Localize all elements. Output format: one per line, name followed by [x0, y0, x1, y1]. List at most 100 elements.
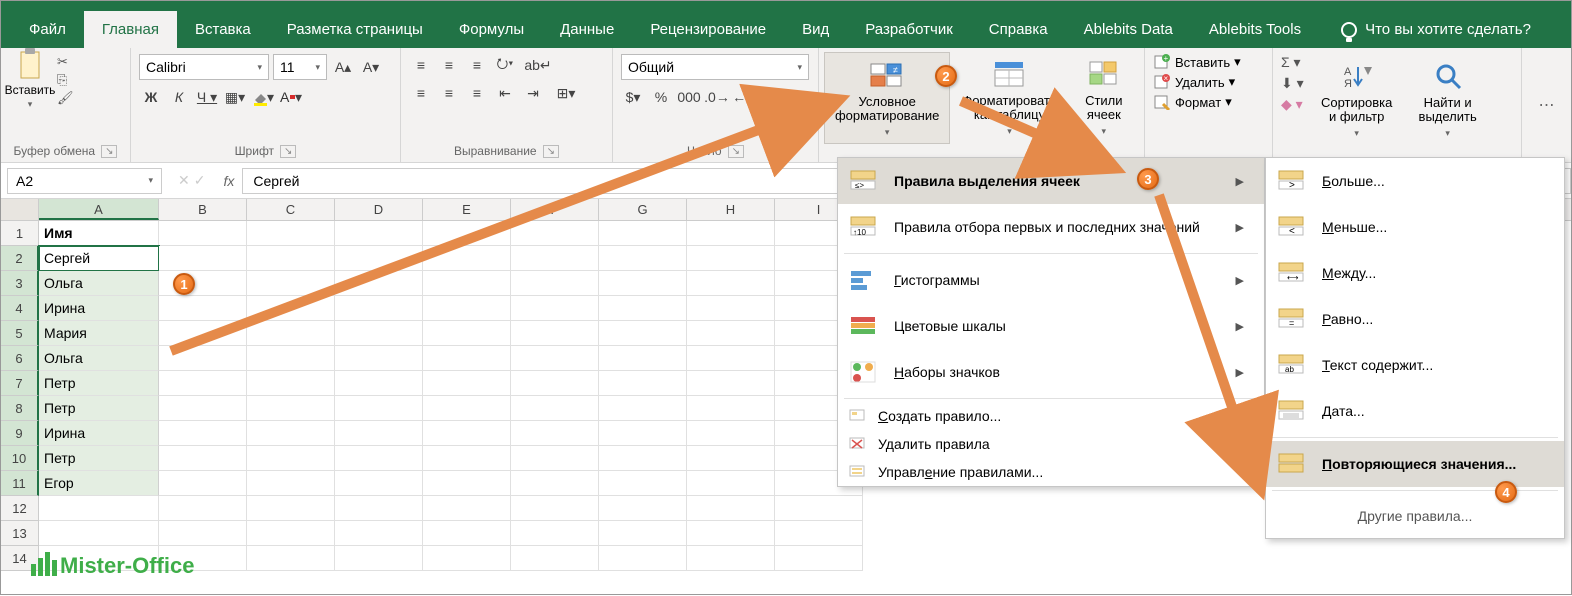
cell[interactable]	[423, 321, 511, 346]
cell[interactable]	[335, 221, 423, 246]
cell[interactable]: Ирина	[39, 421, 159, 446]
submenu-item[interactable]: ⟷Между...	[1266, 250, 1564, 296]
submenu-item[interactable]: Повторяющиеся значения...	[1266, 441, 1564, 487]
cell[interactable]	[159, 446, 247, 471]
cell[interactable]	[511, 371, 599, 396]
orientation-icon[interactable]: ⭮▾	[493, 54, 517, 76]
cell[interactable]	[423, 446, 511, 471]
font-size-combo[interactable]: 11▾	[273, 54, 327, 80]
cell[interactable]	[687, 221, 775, 246]
ribbon-overflow[interactable]: ⋯	[1521, 48, 1571, 162]
fill-color-button[interactable]: ▾	[251, 86, 275, 108]
cell[interactable]	[511, 471, 599, 496]
cell[interactable]	[687, 471, 775, 496]
dialog-launcher-icon[interactable]: ↘	[543, 145, 559, 158]
cell[interactable]	[335, 346, 423, 371]
align-center-icon[interactable]: ≡	[437, 82, 461, 104]
underline-button[interactable]: Ч ▾	[195, 86, 219, 108]
tab-home[interactable]: Главная	[84, 11, 177, 48]
cell[interactable]	[423, 221, 511, 246]
cell[interactable]	[687, 396, 775, 421]
row-header[interactable]: 4	[1, 296, 39, 321]
cell[interactable]	[687, 546, 775, 571]
cell[interactable]	[687, 346, 775, 371]
cell[interactable]	[159, 321, 247, 346]
menu-icon-sets[interactable]: Наборы значков ▶	[838, 349, 1264, 395]
cancel-formula-icon[interactable]: ✕	[178, 172, 190, 189]
cell[interactable]: Мария	[39, 321, 159, 346]
font-name-combo[interactable]: Calibri▾	[139, 54, 269, 80]
cell[interactable]	[159, 371, 247, 396]
fill-icon[interactable]: ⬇ ▾	[1281, 75, 1304, 92]
cell[interactable]	[511, 296, 599, 321]
dialog-launcher-icon[interactable]: ↘	[280, 145, 296, 158]
cell[interactable]	[775, 546, 863, 571]
cell[interactable]	[335, 446, 423, 471]
align-middle-icon[interactable]: ≡	[437, 54, 461, 76]
currency-icon[interactable]: $▾	[621, 86, 645, 108]
cell[interactable]	[423, 246, 511, 271]
delete-cells-button[interactable]: × Удалить ▾	[1153, 74, 1235, 90]
clear-icon[interactable]: ◆ ▾	[1281, 96, 1304, 113]
cell[interactable]	[511, 321, 599, 346]
cell[interactable]	[247, 346, 335, 371]
cell[interactable]	[599, 221, 687, 246]
cell[interactable]	[335, 471, 423, 496]
cell[interactable]	[599, 546, 687, 571]
cell[interactable]: Петр	[39, 446, 159, 471]
bold-button[interactable]: Ж	[139, 86, 163, 108]
cell[interactable]	[159, 296, 247, 321]
cell[interactable]: Сергей	[39, 246, 159, 271]
cell[interactable]	[599, 396, 687, 421]
sort-filter-button[interactable]: AЯ Сортировка и фильтр▾	[1314, 54, 1400, 144]
cell[interactable]	[511, 421, 599, 446]
align-bottom-icon[interactable]: ≡	[465, 54, 489, 76]
cell[interactable]	[599, 346, 687, 371]
format-cells-button[interactable]: Формат ▾	[1153, 94, 1232, 110]
number-format-combo[interactable]: Общий▾	[621, 54, 809, 80]
cell[interactable]	[159, 521, 247, 546]
cell[interactable]	[687, 421, 775, 446]
dialog-launcher-icon[interactable]: ↘	[728, 145, 744, 158]
row-header[interactable]: 2	[1, 246, 39, 271]
cell[interactable]	[687, 496, 775, 521]
decrease-decimal-icon[interactable]: ←.0	[733, 86, 757, 108]
menu-more-rules[interactable]: Другие правила...	[1266, 494, 1564, 538]
tab-help[interactable]: Справка	[971, 11, 1066, 48]
borders-button[interactable]: ▦▾	[223, 86, 247, 108]
cell[interactable]: Егор	[39, 471, 159, 496]
paste-button[interactable]: Вставить ▾	[9, 54, 51, 104]
wrap-text-button[interactable]: ab↵	[521, 54, 555, 76]
fx-icon[interactable]: fx	[215, 173, 242, 189]
align-left-icon[interactable]: ≡	[409, 82, 433, 104]
dialog-launcher-icon[interactable]: ↘	[101, 145, 117, 158]
row-header[interactable]: 7	[1, 371, 39, 396]
cell[interactable]	[599, 321, 687, 346]
cell[interactable]	[247, 546, 335, 571]
row-header[interactable]: 6	[1, 346, 39, 371]
cell[interactable]	[423, 271, 511, 296]
row-header[interactable]: 5	[1, 321, 39, 346]
cell[interactable]	[423, 421, 511, 446]
percent-icon[interactable]: %	[649, 86, 673, 108]
cut-icon[interactable]: ✂	[57, 54, 74, 70]
cell[interactable]	[687, 321, 775, 346]
cell[interactable]	[159, 421, 247, 446]
decrease-indent-icon[interactable]: ⇤	[493, 82, 517, 104]
select-all-corner[interactable]	[1, 199, 39, 220]
comma-icon[interactable]: 000	[677, 86, 701, 108]
cell[interactable]	[159, 246, 247, 271]
cell[interactable]	[511, 221, 599, 246]
cell[interactable]	[599, 521, 687, 546]
cell[interactable]	[423, 471, 511, 496]
tab-data[interactable]: Данные	[542, 11, 632, 48]
menu-color-scales[interactable]: Цветовые шкалы ▶	[838, 303, 1264, 349]
row-header[interactable]: 13	[1, 521, 39, 546]
cell[interactable]	[511, 521, 599, 546]
cell[interactable]	[159, 496, 247, 521]
cell[interactable]	[335, 521, 423, 546]
cell[interactable]	[335, 396, 423, 421]
menu-clear-rules[interactable]: Удалить правила ▶	[838, 430, 1264, 458]
cell[interactable]	[247, 371, 335, 396]
tab-view[interactable]: Вид	[784, 11, 847, 48]
